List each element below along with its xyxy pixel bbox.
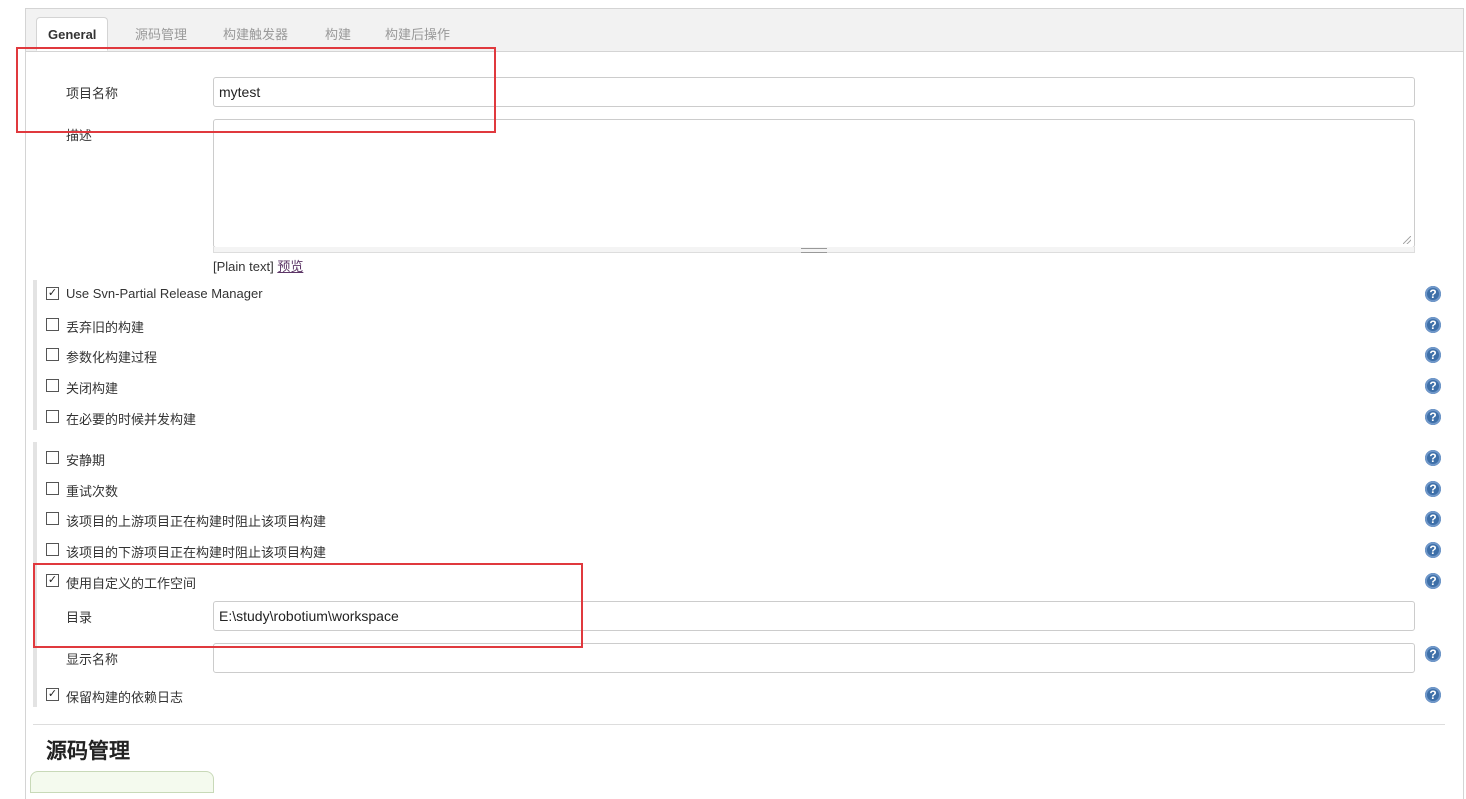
checkbox-parameterized[interactable]	[46, 348, 59, 361]
help-icon[interactable]: ?	[1425, 687, 1441, 703]
checkbox-discard-old-builds[interactable]	[46, 318, 59, 331]
tab-general[interactable]: General	[36, 17, 109, 51]
option-block-downstream-label: 该项目的下游项目正在构建时阻止该项目构建	[66, 545, 327, 560]
tab-build[interactable]: 构建	[325, 24, 351, 43]
help-icon[interactable]: ?	[1425, 409, 1441, 425]
section-divider	[33, 724, 1445, 725]
help-icon[interactable]: ?	[1425, 450, 1441, 466]
help-icon[interactable]: ?	[1425, 511, 1441, 527]
help-icon[interactable]: ?	[1425, 481, 1441, 497]
option-svn-partial-label: Use Svn-Partial Release Manager	[66, 286, 263, 301]
display-name-label: 显示名称	[66, 652, 119, 667]
scm-section-title: 源码管理	[46, 740, 130, 763]
help-icon[interactable]: ?	[1425, 378, 1441, 394]
checkbox-quiet-period[interactable]	[46, 451, 59, 464]
checkbox-keep-dependencies[interactable]: ✓	[46, 688, 59, 701]
checkbox-block-upstream[interactable]	[46, 512, 59, 525]
checkbox-block-downstream[interactable]	[46, 543, 59, 556]
option-keep-dependencies-label: 保留构建的依赖日志	[66, 690, 184, 705]
preview-link[interactable]: 预览	[277, 259, 303, 274]
checkbox-svn-partial[interactable]: ✓	[46, 287, 59, 300]
option-retry-count-label: 重试次数	[66, 484, 119, 499]
tab-bar: General 源码管理 构建触发器 构建 构建后操作	[26, 9, 1463, 52]
description-textarea[interactable]	[213, 119, 1415, 248]
syntax-plain-text: [Plain text]	[213, 259, 274, 274]
textarea-resize-handle[interactable]	[1403, 236, 1411, 244]
highlight-box-custom-workspace	[33, 563, 583, 648]
help-icon[interactable]: ?	[1425, 646, 1441, 662]
help-icon[interactable]: ?	[1425, 317, 1441, 333]
help-icon[interactable]: ?	[1425, 347, 1441, 363]
option-disable-build-label: 关闭构建	[66, 381, 119, 396]
highlight-box-project-name	[16, 47, 496, 133]
help-icon[interactable]: ?	[1425, 573, 1441, 589]
scm-option-tab[interactable]	[30, 771, 214, 793]
help-icon[interactable]: ?	[1425, 542, 1441, 558]
checkbox-concurrent-build[interactable]	[46, 410, 59, 423]
option-discard-old-builds-label: 丢弃旧的构建	[66, 320, 145, 335]
option-block-upstream-label: 该项目的上游项目正在构建时阻止该项目构建	[66, 514, 327, 529]
checkbox-retry-count[interactable]	[46, 482, 59, 495]
option-concurrent-build-label: 在必要的时候并发构建	[66, 412, 197, 427]
textarea-grip-bar[interactable]	[213, 247, 1415, 253]
help-icon[interactable]: ?	[1425, 286, 1441, 302]
tab-post-build[interactable]: 构建后操作	[385, 24, 450, 43]
checkbox-disable-build[interactable]	[46, 379, 59, 392]
option-parameterized-label: 参数化构建过程	[66, 350, 158, 365]
tab-scm[interactable]: 源码管理	[135, 24, 187, 43]
syntax-line: [Plain text] 预览	[213, 256, 303, 275]
options-group3-bar	[33, 679, 37, 707]
tab-build-triggers[interactable]: 构建触发器	[223, 24, 288, 43]
option-quiet-period-label: 安静期	[66, 453, 106, 468]
options-group1-bar	[33, 280, 37, 430]
